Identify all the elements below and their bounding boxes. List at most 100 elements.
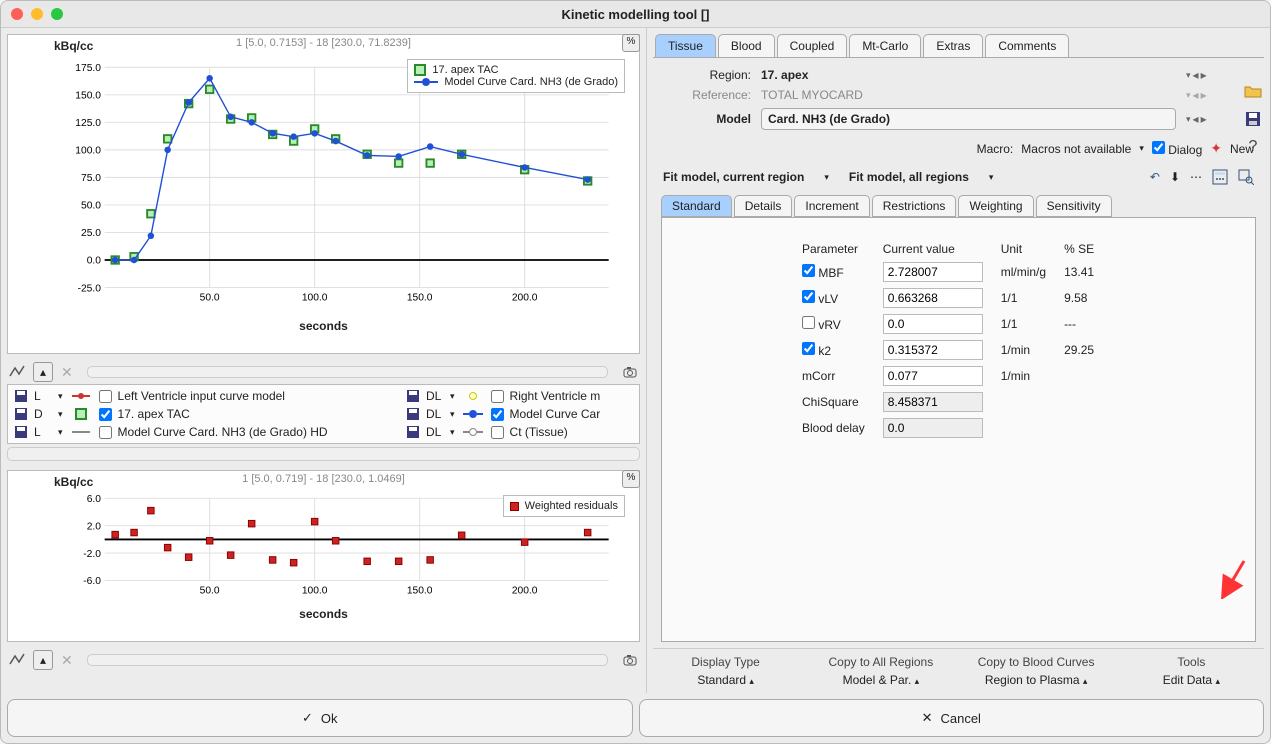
prev-model-button[interactable]: ◂: [1193, 112, 1199, 126]
curve-row[interactable]: D▾17. apex TAC: [8, 405, 400, 423]
clear-icon[interactable]: ✕: [61, 364, 73, 381]
chevron-down-icon[interactable]: ▾: [1139, 143, 1144, 154]
svg-text:50.0: 50.0: [200, 293, 220, 304]
curve-visible-checkbox[interactable]: [491, 408, 504, 421]
svg-text:2.0: 2.0: [87, 521, 102, 532]
chart1-scrollbar[interactable]: [87, 366, 608, 378]
param-value-input[interactable]: [883, 418, 983, 438]
help-icon[interactable]: ?: [1244, 138, 1262, 156]
curve-row[interactable]: DL▾Right Ventricle m: [400, 387, 606, 405]
display-type-value[interactable]: Standard: [697, 673, 746, 687]
prev-region-button[interactable]: ◂: [1193, 68, 1199, 82]
chevron-up-icon[interactable]: ▴: [915, 676, 920, 686]
zoom-window-button[interactable]: [51, 8, 63, 20]
percent-toggle-bottom[interactable]: %: [622, 470, 640, 488]
tab-comments[interactable]: Comments: [985, 34, 1069, 57]
chevron-up-icon[interactable]: ▴: [749, 676, 754, 686]
chevron-up-icon[interactable]: ▴: [1083, 676, 1088, 686]
percent-toggle-top[interactable]: %: [622, 34, 640, 52]
chart1-ylabel: kBq/cc: [54, 39, 93, 53]
tools-value[interactable]: Edit Data: [1163, 673, 1212, 687]
param-fit-checkbox[interactable]: [802, 264, 815, 277]
camera-icon[interactable]: [622, 364, 638, 380]
curve-row[interactable]: L▾Left Ventricle input curve model: [8, 387, 400, 405]
copy-all-regions-value[interactable]: Model & Par.: [843, 673, 912, 687]
tac-chart: % kBq/cc 1 [5.0, 0.7153] - 18 [230.0, 71…: [7, 34, 640, 354]
tab-tissue[interactable]: Tissue: [655, 34, 716, 57]
save-icon[interactable]: [14, 425, 28, 439]
chevron-up-icon[interactable]: ▴: [33, 362, 53, 382]
minimize-window-button[interactable]: [31, 8, 43, 20]
chart2-plot[interactable]: -6.0-2.02.06.050.0100.0150.0200.0 Weight…: [58, 489, 631, 601]
curve-label: Right Ventricle m: [510, 389, 601, 403]
subtab-sensitivity[interactable]: Sensitivity: [1036, 195, 1112, 217]
curve-visible-checkbox[interactable]: [491, 426, 504, 439]
cancel-button[interactable]: ✕Cancel: [639, 699, 1265, 737]
param-value-input[interactable]: [883, 314, 983, 334]
clear-icon[interactable]: ✕: [61, 652, 73, 669]
param-fit-checkbox[interactable]: [802, 316, 815, 329]
chevron-down-icon[interactable]: ▾: [989, 172, 994, 183]
search-table-icon[interactable]: [1238, 169, 1254, 185]
save-icon[interactable]: [406, 425, 420, 439]
curve-row[interactable]: L▾Model Curve Card. NH3 (de Grado) HD: [8, 423, 400, 441]
tab-blood[interactable]: Blood: [718, 34, 775, 57]
copy-blood-value[interactable]: Region to Plasma: [985, 673, 1080, 687]
curve-visible-checkbox[interactable]: [99, 426, 112, 439]
param-value-input[interactable]: [883, 288, 983, 308]
legend-label: 17. apex TAC: [432, 64, 498, 76]
svg-text:175.0: 175.0: [75, 63, 101, 74]
line-tool-icon[interactable]: [9, 364, 25, 380]
dialog-label: Dialog: [1168, 143, 1202, 157]
calculator-icon[interactable]: [1212, 169, 1228, 185]
tab-coupled[interactable]: Coupled: [777, 34, 848, 57]
line-tool-icon[interactable]: [9, 652, 25, 668]
chart2-scrollbar[interactable]: [87, 654, 608, 666]
fit-all-button[interactable]: Fit model, all regions: [849, 170, 969, 184]
download-icon[interactable]: ⬇: [1170, 170, 1180, 184]
subtab-weighting[interactable]: Weighting: [958, 195, 1033, 217]
camera-icon[interactable]: [622, 652, 638, 668]
param-value-input[interactable]: [883, 340, 983, 360]
save-icon[interactable]: [14, 389, 28, 403]
next-region-button[interactable]: ▸: [1201, 68, 1207, 82]
svg-text:150.0: 150.0: [75, 91, 101, 102]
curve-row[interactable]: DL▾Model Curve Car: [400, 405, 606, 423]
chevron-up-icon[interactable]: ▴: [1215, 676, 1220, 686]
chevron-down-icon[interactable]: ▾: [824, 172, 829, 183]
ok-button[interactable]: ✓Ok: [7, 699, 633, 737]
param-fit-checkbox[interactable]: [802, 290, 815, 303]
next-model-button[interactable]: ▸: [1201, 112, 1207, 126]
chevron-up-icon[interactable]: ▴: [33, 650, 53, 670]
dialog-checkbox[interactable]: [1152, 141, 1165, 154]
param-value-input[interactable]: [883, 262, 983, 282]
tab-extras[interactable]: Extras: [923, 34, 983, 57]
save-icon[interactable]: [1244, 110, 1262, 128]
model-value[interactable]: Card. NH3 (de Grado): [761, 108, 1176, 130]
undo-icon[interactable]: ↶: [1150, 170, 1160, 184]
bottom-actions: Display TypeStandard ▴ Copy to All Regio…: [653, 648, 1264, 693]
curve-row[interactable]: DL▾Ct (Tissue): [400, 423, 574, 441]
param-fit-checkbox[interactable]: [802, 342, 815, 355]
subtab-restrictions[interactable]: Restrictions: [872, 195, 957, 217]
param-value-input[interactable]: [883, 392, 983, 412]
subtab-details[interactable]: Details: [734, 195, 793, 217]
chevron-down-icon[interactable]: ▾: [1186, 70, 1191, 81]
save-icon[interactable]: [14, 407, 28, 421]
fit-current-button[interactable]: Fit model, current region: [663, 170, 804, 184]
ellipsis-icon[interactable]: ⋯: [1190, 170, 1202, 184]
chart1-plot[interactable]: -25.00.025.050.075.0100.0125.0150.0175.0…: [58, 53, 631, 313]
reference-value: TOTAL MYOCARD: [761, 88, 1176, 102]
curve-visible-checkbox[interactable]: [99, 390, 112, 403]
subtab-standard[interactable]: Standard: [661, 195, 732, 217]
curve-visible-checkbox[interactable]: [491, 390, 504, 403]
save-icon[interactable]: [406, 407, 420, 421]
close-window-button[interactable]: [11, 8, 23, 20]
subtab-increment[interactable]: Increment: [794, 195, 869, 217]
curve-visible-checkbox[interactable]: [99, 408, 112, 421]
tab-mt-carlo[interactable]: Mt-Carlo: [849, 34, 921, 57]
curve-list-scrollbar[interactable]: [7, 447, 640, 461]
save-icon[interactable]: [406, 389, 420, 403]
param-value-input[interactable]: [883, 366, 983, 386]
chevron-down-icon[interactable]: ▾: [1186, 114, 1191, 125]
